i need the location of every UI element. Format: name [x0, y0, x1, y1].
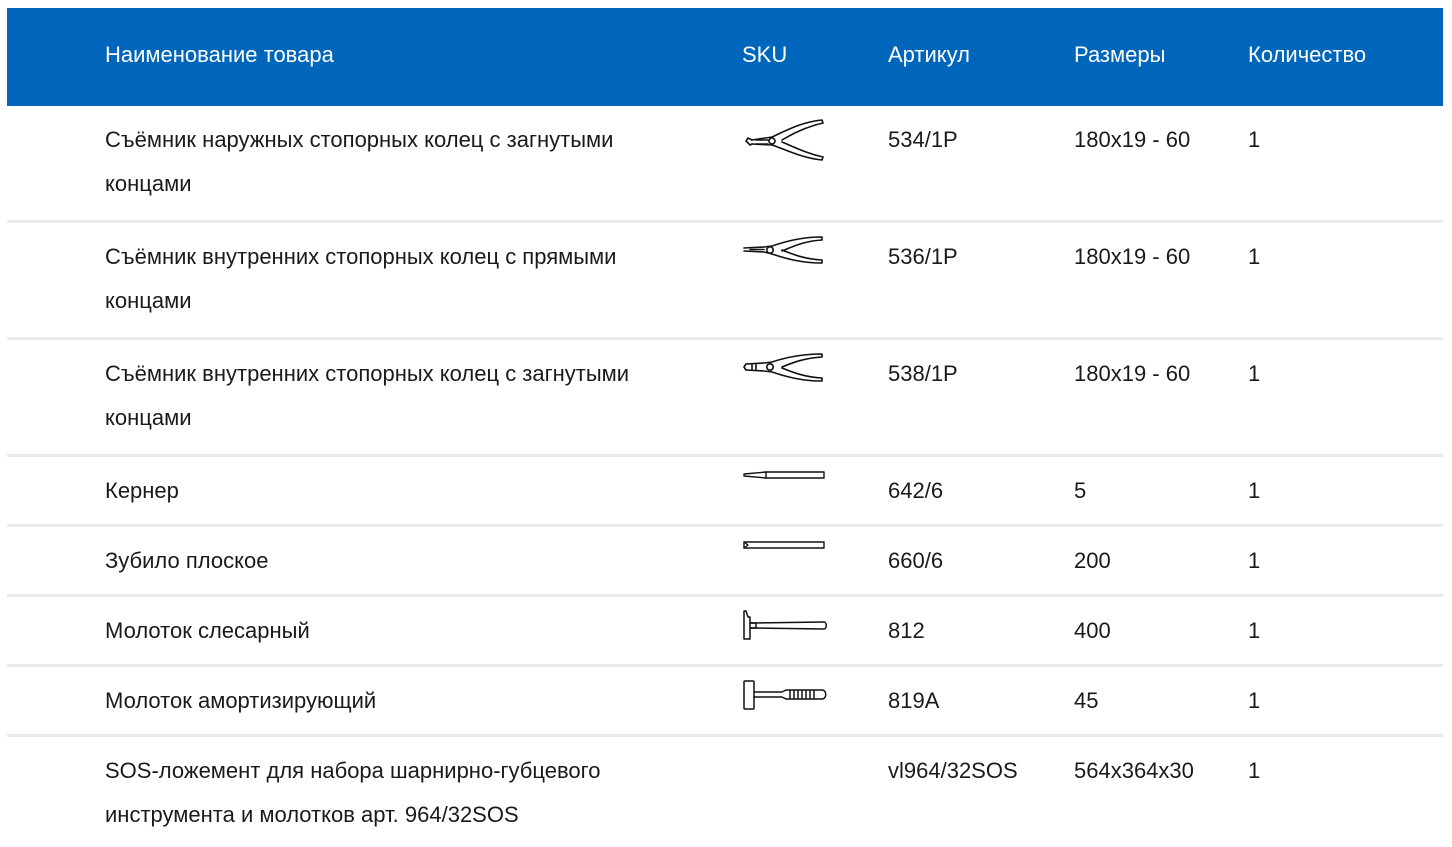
table-row: Съёмник внутренних стопорных колец с заг… [7, 340, 1443, 457]
table-row: Зубило плоское 660/6 200 1 [7, 527, 1443, 597]
quantity: 1 [1248, 361, 1261, 386]
quantity: 1 [1248, 548, 1261, 573]
machinist-hammer-icon [742, 609, 832, 643]
table-header: Наименование товара SKU Артикул Размеры … [7, 8, 1443, 106]
header-name: Наименование товара [105, 42, 334, 67]
product-name: Съёмник внутренних стопорных колец с пря… [105, 244, 617, 313]
size: 564x364x30 [1074, 758, 1194, 783]
quantity: 1 [1248, 688, 1261, 713]
article: 538/1P [888, 361, 958, 386]
size: 180x19 - 60 [1074, 127, 1191, 152]
table-row: Молоток слесарный 812 400 1 [7, 597, 1443, 667]
size: 5 [1074, 478, 1087, 503]
table-row: Съёмник наружных стопорных колец с загну… [7, 106, 1443, 223]
article: 660/6 [888, 548, 944, 573]
product-name: Съёмник внутренних стопорных колец с заг… [105, 361, 630, 430]
header-sku: SKU [742, 42, 788, 67]
header-article: Артикул [888, 42, 971, 67]
center-punch-icon [742, 469, 832, 483]
article: 819A [888, 688, 940, 713]
dead-blow-hammer-icon [742, 679, 832, 713]
quantity: 1 [1248, 758, 1261, 783]
header-qty: Количество [1248, 42, 1367, 67]
article: 536/1P [888, 244, 958, 269]
article: vl964/32SOS [888, 758, 1018, 783]
article: 642/6 [888, 478, 944, 503]
product-table: Наименование товара SKU Артикул Размеры … [7, 8, 1443, 847]
size: 180x19 - 60 [1074, 361, 1191, 386]
quantity: 1 [1248, 618, 1261, 643]
bent-internal-circlip-pliers-icon [742, 352, 832, 392]
quantity: 1 [1248, 478, 1261, 503]
product-name: Молоток слесарный [105, 618, 310, 643]
table-row: Съёмник внутренних стопорных колец с пря… [7, 223, 1443, 340]
quantity: 1 [1248, 244, 1261, 269]
table-row: Молоток амортизирующий 819A 45 1 [7, 667, 1443, 737]
table-row: SOS-ложемент для набора шарнирно-губцево… [7, 737, 1443, 847]
product-name: Зубило плоское [105, 548, 269, 573]
table-row: Кернер 642/6 5 1 [7, 457, 1443, 527]
product-name: Съёмник наружных стопорных колец с загну… [105, 127, 614, 196]
size: 400 [1074, 618, 1111, 643]
product-name: Кернер [105, 478, 179, 503]
size: 180x19 - 60 [1074, 244, 1191, 269]
article: 534/1P [888, 127, 958, 152]
quantity: 1 [1248, 127, 1261, 152]
bent-external-circlip-pliers-icon [742, 118, 832, 164]
product-name: SOS-ложемент для набора шарнирно-губцево… [105, 758, 601, 827]
flat-chisel-icon [742, 539, 832, 553]
product-name: Молоток амортизирующий [105, 688, 377, 713]
size: 200 [1074, 548, 1111, 573]
size: 45 [1074, 688, 1099, 713]
article: 812 [888, 618, 925, 643]
header-size: Размеры [1074, 42, 1166, 67]
straight-internal-circlip-pliers-icon [742, 235, 832, 275]
